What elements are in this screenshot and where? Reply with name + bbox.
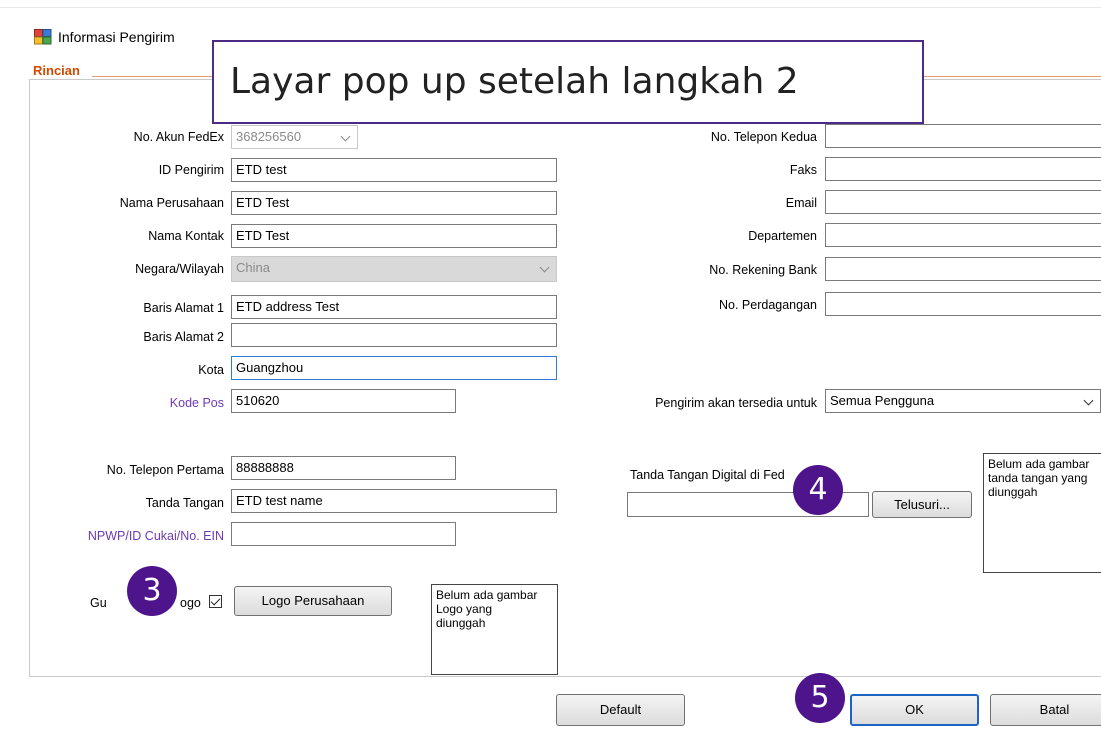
signature-input[interactable]: ETD test name	[231, 489, 557, 513]
company-logo-button[interactable]: Logo Perusahaan	[234, 586, 392, 616]
annotation-callout: Layar pop up setelah langkah 2	[212, 40, 924, 124]
email-input[interactable]	[825, 190, 1101, 214]
bank-account-input[interactable]	[825, 257, 1101, 281]
address2-label: Baris Alamat 2	[143, 330, 224, 344]
use-logo-label-start: Gu	[90, 596, 107, 610]
signature-preview-box: Belum ada gambar tanda tangan yang diung…	[983, 453, 1101, 573]
available-for-select[interactable]: Semua Pengguna	[825, 389, 1101, 413]
trade-number-label: No. Perdagangan	[719, 298, 817, 312]
browse-button[interactable]: Telusuri...	[872, 491, 972, 518]
account-label: No. Akun FedEx	[133, 130, 224, 144]
window-title: Informasi Pengirim	[58, 29, 175, 45]
city-label: Kota	[198, 363, 224, 377]
country-label: Negara/Wilayah	[135, 262, 224, 276]
city-input[interactable]: Guangzhou	[231, 356, 557, 380]
postal-code-label[interactable]: Kode Pos	[170, 395, 224, 411]
address2-input[interactable]	[231, 323, 557, 347]
department-input[interactable]	[825, 223, 1101, 247]
account-select[interactable]: 368256560	[231, 125, 358, 149]
group-label: Rincian	[33, 63, 80, 78]
phone1-input[interactable]: 88888888	[231, 456, 456, 480]
tax-id-input[interactable]	[231, 522, 456, 546]
phone1-label: No. Telepon Pertama	[106, 463, 224, 477]
default-button[interactable]: Default	[556, 694, 685, 726]
company-input[interactable]: ETD Test	[231, 191, 557, 215]
logo-preview-box: Belum ada gambar Logo yang diunggah	[431, 584, 558, 675]
contact-input[interactable]: ETD Test	[231, 224, 557, 248]
trade-number-input[interactable]	[825, 292, 1101, 316]
phone2-input[interactable]	[825, 124, 1101, 148]
sender-id-label: ID Pengirim	[158, 163, 224, 177]
account-value: 368256560	[236, 129, 302, 144]
digital-signature-label: Tanda Tangan Digital di Fed	[630, 468, 785, 482]
available-for-value: Semua Pengguna	[830, 393, 935, 408]
email-label: Email	[785, 196, 817, 210]
step-3-badge: 3	[127, 566, 177, 616]
address1-label: Baris Alamat 1	[143, 301, 224, 315]
contact-label: Nama Kontak	[148, 229, 224, 243]
country-value: China	[236, 260, 270, 275]
top-edge-line	[0, 7, 1101, 8]
cancel-button[interactable]: Batal	[990, 694, 1101, 726]
signature-label: Tanda Tangan	[145, 496, 224, 510]
application-window-icon	[34, 29, 52, 45]
department-label: Departemen	[748, 229, 817, 243]
chevron-down-icon	[1083, 395, 1094, 406]
country-select[interactable]: China	[231, 256, 557, 282]
phone2-label: No. Telepon Kedua	[710, 130, 817, 144]
bank-account-label: No. Rekening Bank	[709, 263, 817, 277]
tax-id-label[interactable]: NPWP/ID Cukai/No. EIN	[88, 528, 224, 544]
company-label: Nama Perusahaan	[119, 196, 224, 210]
ok-button[interactable]: OK	[850, 694, 979, 726]
address1-input[interactable]: ETD address Test	[231, 295, 557, 319]
use-logo-label-end: ogo	[180, 596, 201, 610]
use-logo-checkbox[interactable]	[209, 595, 222, 608]
fax-label: Faks	[789, 163, 817, 177]
chevron-down-icon	[539, 262, 550, 273]
step-4-badge: 4	[793, 465, 843, 515]
fax-input[interactable]	[825, 157, 1101, 181]
postal-code-input[interactable]: 510620	[231, 389, 456, 413]
sender-id-input[interactable]: ETD test	[231, 158, 557, 182]
step-5-badge: 5	[795, 673, 845, 723]
available-for-label: Pengirim akan tersedia untuk	[655, 396, 817, 410]
chevron-down-icon	[340, 131, 351, 142]
